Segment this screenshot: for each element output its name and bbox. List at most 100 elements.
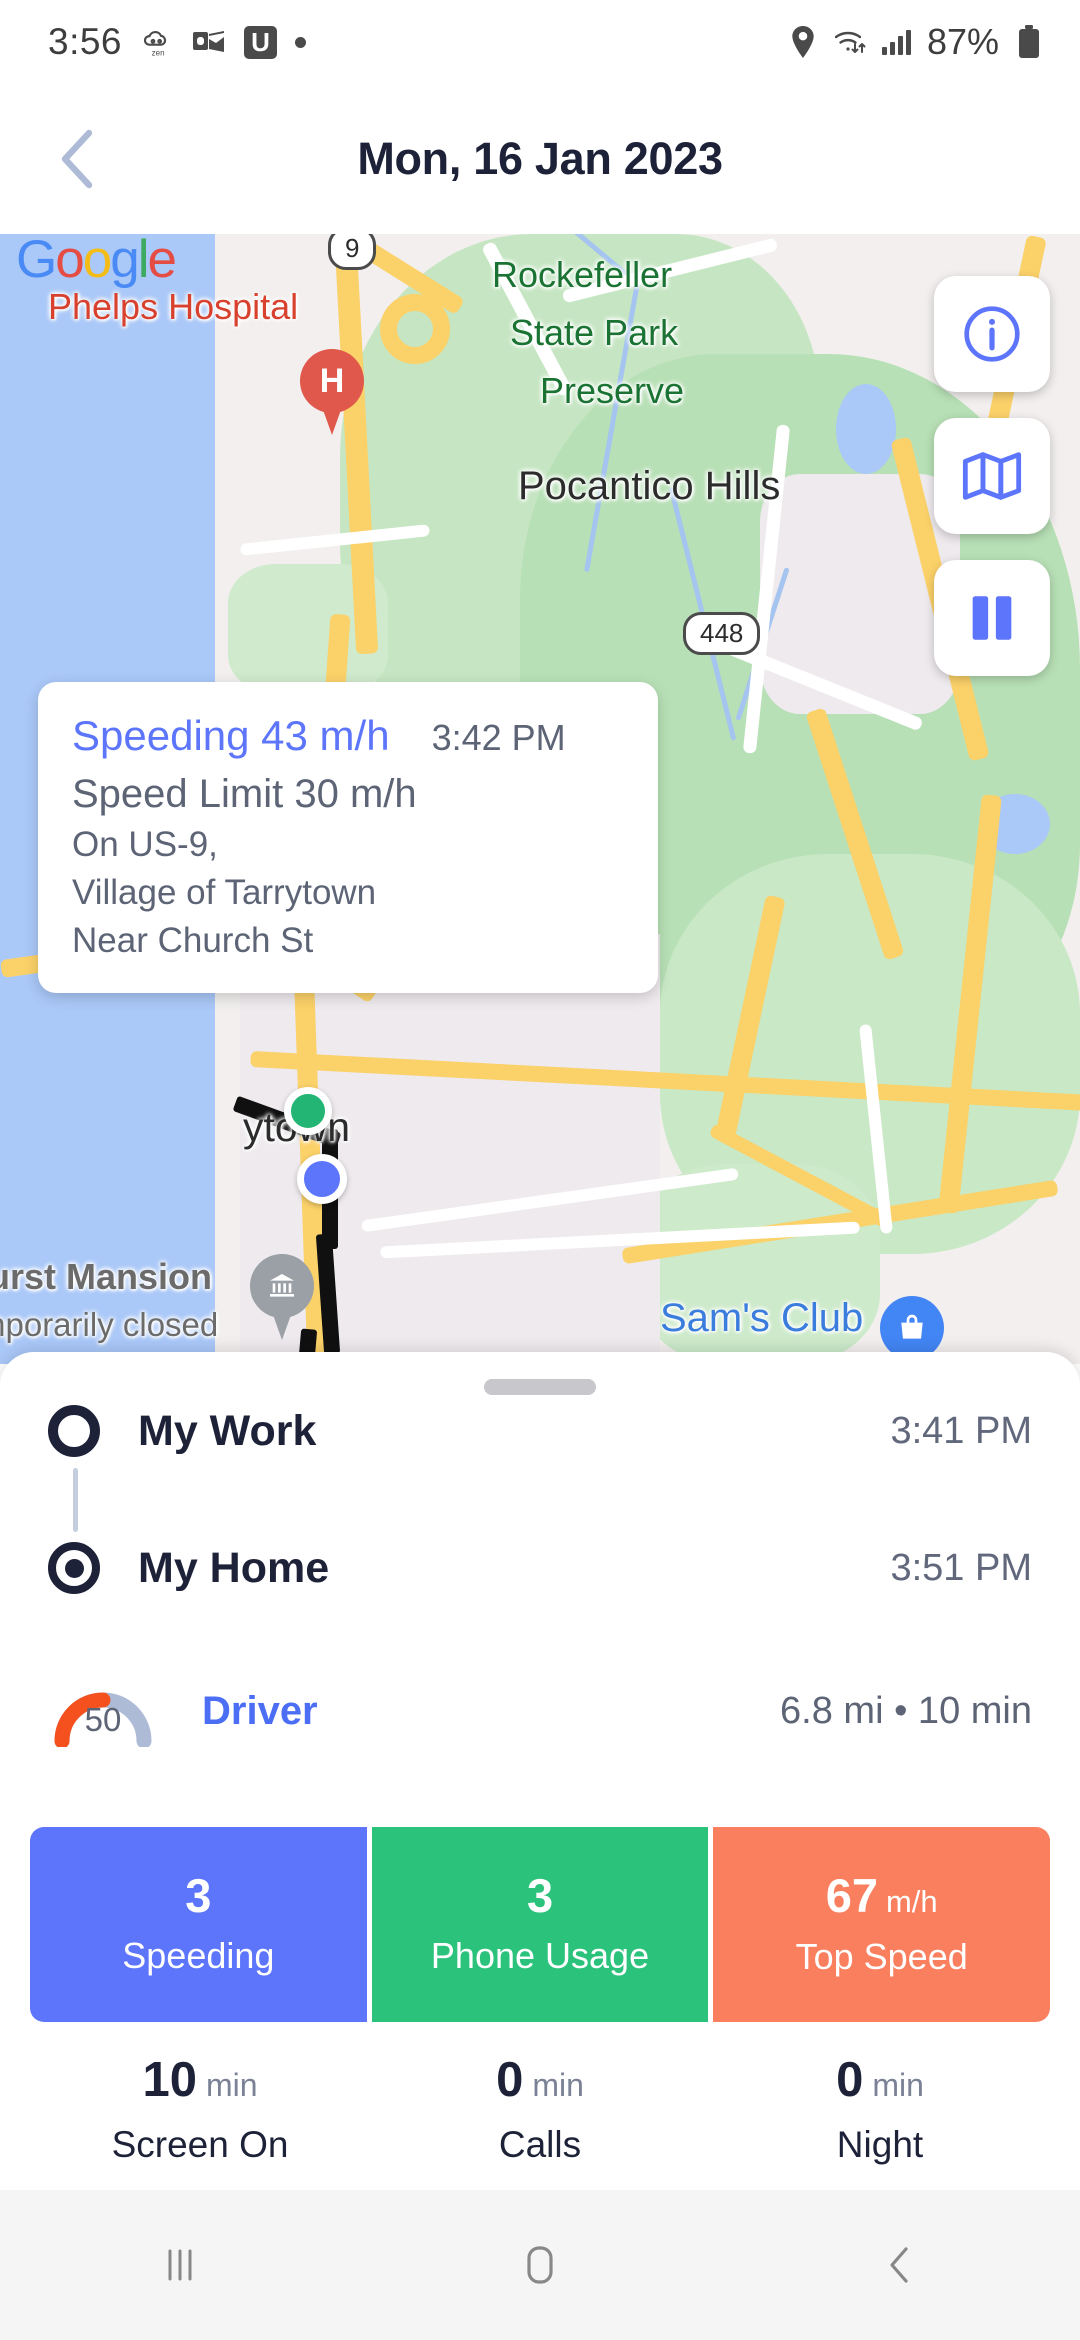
layers-button[interactable] xyxy=(934,418,1050,534)
stat-screen-on-label: Screen On xyxy=(30,2124,370,2166)
stat-night-unit: min xyxy=(872,2067,924,2103)
map-road xyxy=(380,294,450,364)
tile-speeding[interactable]: 3 Speeding xyxy=(30,1827,367,2022)
info-button[interactable] xyxy=(934,276,1050,392)
speeding-info-card[interactable]: Speeding 43 m/h 3:42 PM Speed Limit 30 m… xyxy=(38,682,658,993)
status-bar-right: 87% xyxy=(786,21,1046,63)
tile-phone-usage-value: 3 xyxy=(527,1872,553,1919)
tile-top-speed-unit: m/h xyxy=(886,1884,938,1920)
stat-night-value: 0 xyxy=(836,2053,863,2107)
map-label-sams-club: Sam's Club xyxy=(660,1296,863,1341)
outlook-icon xyxy=(192,25,226,59)
pause-button[interactable] xyxy=(934,560,1050,676)
info-card-header: Speeding 43 m/h 3:42 PM xyxy=(72,712,624,760)
museum-pin[interactable] xyxy=(250,1254,314,1340)
battery-percent: 87% xyxy=(927,21,999,63)
page-title: Mon, 16 Jan 2023 xyxy=(0,133,1080,185)
trip-start-row[interactable]: My Work 3:41 PM xyxy=(48,1405,1032,1457)
back-icon xyxy=(876,2241,924,2289)
map-view[interactable]: Google Phelps Hospital Rockefeller State… xyxy=(0,234,1080,1364)
page-header: Mon, 16 Jan 2023 xyxy=(0,84,1080,234)
app-screen: 3:56 zen U xyxy=(0,0,1080,2340)
map-controls xyxy=(934,276,1050,676)
wifi-icon xyxy=(833,25,867,59)
recents-button[interactable] xyxy=(105,2190,255,2340)
stat-calls[interactable]: 0min Calls xyxy=(370,2052,710,2166)
home-icon xyxy=(516,2241,564,2289)
shopping-bag-icon xyxy=(895,1312,929,1344)
trip-start-marker[interactable] xyxy=(284,1087,332,1135)
info-card-near: Near Church St xyxy=(72,921,624,961)
back-button[interactable] xyxy=(825,2190,975,2340)
stat-screen-on[interactable]: 10min Screen On xyxy=(30,2052,370,2166)
stat-night[interactable]: 0min Night xyxy=(710,2052,1050,2166)
chevron-left-icon xyxy=(55,127,103,191)
u-app-icon: U xyxy=(244,26,277,59)
status-bar-left: 3:56 zen U xyxy=(48,21,306,63)
status-bar: 3:56 zen U xyxy=(0,0,1080,84)
info-card-locality: Village of Tarrytown xyxy=(72,873,624,913)
tile-top-speed-value-group: 67 m/h xyxy=(826,1872,938,1920)
tile-speeding-value: 3 xyxy=(185,1872,211,1919)
driver-score-gauge: 50 xyxy=(48,1675,158,1747)
pause-icon xyxy=(963,589,1021,647)
trip-start-label: My Work xyxy=(138,1407,316,1456)
driver-score-value: 50 xyxy=(48,1701,158,1739)
dot-icon xyxy=(295,37,306,48)
map-label-park-line3: Preserve xyxy=(540,370,684,412)
info-card-speed-limit: Speed Limit 30 m/h xyxy=(72,772,624,817)
tile-speeding-label: Speeding xyxy=(122,1935,274,1977)
map-label-pocantico: Pocantico Hills xyxy=(518,464,780,509)
circle-dot-icon xyxy=(48,1542,100,1594)
trip-summary: 6.8 mi • 10 min xyxy=(780,1690,1032,1733)
location-pin-icon xyxy=(786,25,820,59)
trip-start-time: 3:41 PM xyxy=(890,1410,1032,1453)
trip-connector-line xyxy=(73,1468,78,1532)
stat-calls-label: Calls xyxy=(370,2124,710,2166)
svg-text:zen: zen xyxy=(152,48,165,57)
trip-end-row[interactable]: My Home 3:51 PM xyxy=(48,1542,1032,1594)
trip-end-time: 3:51 PM xyxy=(890,1547,1032,1590)
stat-night-value-group: 0min xyxy=(710,2052,1050,2108)
zen-cloud-icon: zen xyxy=(140,25,174,59)
status-time: 3:56 xyxy=(48,21,122,63)
metric-tiles: 3 Speeding 3 Phone Usage 67 m/h Top Spee… xyxy=(30,1827,1050,2022)
sheet-drag-handle[interactable] xyxy=(484,1379,596,1395)
stat-screen-on-value-group: 10min xyxy=(30,2052,370,2108)
stat-night-label: Night xyxy=(710,2124,1050,2166)
circle-outline-icon xyxy=(48,1405,100,1457)
stat-calls-value-group: 0min xyxy=(370,2052,710,2108)
hospital-pin[interactable]: H xyxy=(300,349,364,435)
route-shield-9: 9 xyxy=(328,234,376,270)
signal-bars-icon xyxy=(880,25,914,59)
android-nav-bar xyxy=(0,2190,1080,2340)
info-card-speed: Speeding 43 m/h xyxy=(72,712,390,760)
bottom-stats: 10min Screen On 0min Calls 0min Night xyxy=(30,2052,1050,2166)
info-card-time: 3:42 PM xyxy=(432,717,566,759)
recents-icon xyxy=(156,2241,204,2289)
museum-icon xyxy=(265,1270,299,1302)
driver-role-label: Driver xyxy=(202,1689,318,1734)
route-shield-448: 448 xyxy=(683,612,760,655)
tile-phone-usage-label: Phone Usage xyxy=(431,1935,649,1977)
header-back-button[interactable] xyxy=(44,124,114,194)
phone-usage-marker[interactable] xyxy=(297,1154,347,1204)
tile-top-speed-label: Top Speed xyxy=(796,1936,968,1978)
map-label-mansion-status: mporarily closed xyxy=(0,1306,218,1344)
home-button[interactable] xyxy=(465,2190,615,2340)
map-label-mansion: urst Mansion xyxy=(0,1256,212,1298)
trip-end-label: My Home xyxy=(138,1544,329,1593)
stat-screen-on-unit: min xyxy=(206,2067,258,2103)
google-watermark: Google xyxy=(16,234,175,290)
tile-top-speed-value: 67 xyxy=(826,1872,878,1919)
tile-phone-usage[interactable]: 3 Phone Usage xyxy=(372,1827,709,2022)
map-label-park-line1: Rockefeller xyxy=(492,254,672,296)
stat-screen-on-value: 10 xyxy=(142,2053,197,2107)
map-fold-icon xyxy=(960,444,1024,508)
map-label-park-line2: State Park xyxy=(510,312,678,354)
tile-top-speed[interactable]: 67 m/h Top Speed xyxy=(713,1827,1050,2022)
trip-score-row[interactable]: 50 Driver 6.8 mi • 10 min xyxy=(48,1675,1032,1747)
battery-icon xyxy=(1012,25,1046,59)
info-card-road: On US-9, xyxy=(72,825,624,865)
map-river xyxy=(836,384,896,474)
